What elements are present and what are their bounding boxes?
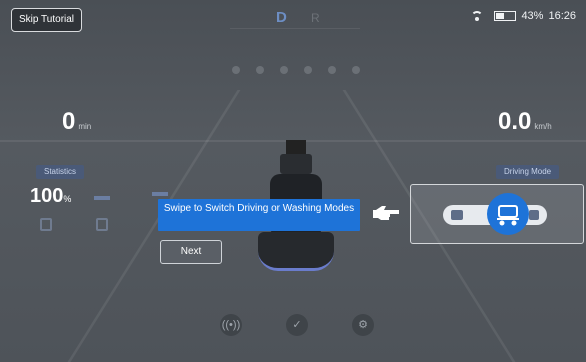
signal-broadcast-icon[interactable]: ((•)) — [220, 314, 242, 336]
next-button[interactable]: Next — [160, 240, 222, 264]
tank-level-icon — [152, 192, 168, 196]
clipboard-check-icon[interactable]: ✓ — [286, 314, 308, 336]
battery-percent: 43% — [521, 10, 544, 22]
driving-cart-icon — [497, 205, 519, 226]
hand-pointer-icon — [373, 206, 399, 220]
water-level-icon — [94, 196, 110, 200]
battery-icon — [494, 11, 517, 21]
driving-mode-tab[interactable]: Driving Mode — [496, 165, 560, 179]
gear-bar — [230, 6, 360, 29]
statistics-tab[interactable]: Statistics — [36, 165, 85, 179]
vehicle-dashboard-screen: D R Skip Tutorial 43% 16:26 0 min 0.0 km/h… — [0, 0, 586, 362]
driving-mode-panel[interactable] — [410, 184, 584, 244]
elapsed-time-readout: 0 min — [62, 108, 91, 136]
indicator-dot — [280, 66, 288, 74]
status-bar: 43% 16:26 — [471, 10, 576, 22]
tutorial-tooltip: Swipe to Switch Driving or Washing Modes — [158, 199, 360, 231]
speed-value: 0.0 — [498, 108, 532, 135]
washing-mode-icon[interactable] — [451, 210, 463, 220]
indicator-dot — [328, 66, 336, 74]
skip-tutorial-button[interactable]: Skip Tutorial — [11, 8, 83, 32]
elapsed-time-unit: min — [78, 122, 92, 131]
robot-neck — [280, 154, 312, 174]
gear-drive: D — [276, 9, 287, 26]
statistics-percent: 100% — [30, 185, 71, 208]
clock: 16:26 — [548, 10, 576, 22]
elapsed-time-value: 0 — [62, 108, 76, 135]
brush-mode-icon[interactable] — [529, 210, 539, 220]
dirty-tank-icon — [96, 218, 108, 231]
speed-readout: 0.0 km/h — [498, 108, 552, 136]
indicator-dot — [352, 66, 360, 74]
wifi-icon — [471, 11, 484, 21]
statistics-percent-unit: % — [63, 194, 72, 204]
indicator-dot — [304, 66, 312, 74]
gear-reverse: R — [311, 11, 320, 25]
indicator-dot — [256, 66, 264, 74]
robot-base — [258, 232, 334, 271]
statistics-percent-value: 100 — [30, 185, 64, 207]
speed-unit: km/h — [534, 122, 552, 131]
gear-icon[interactable]: ⚙ — [352, 314, 374, 336]
clean-tank-icon — [40, 218, 52, 231]
driving-mode-button[interactable] — [487, 193, 529, 235]
indicator-dot — [232, 66, 240, 74]
